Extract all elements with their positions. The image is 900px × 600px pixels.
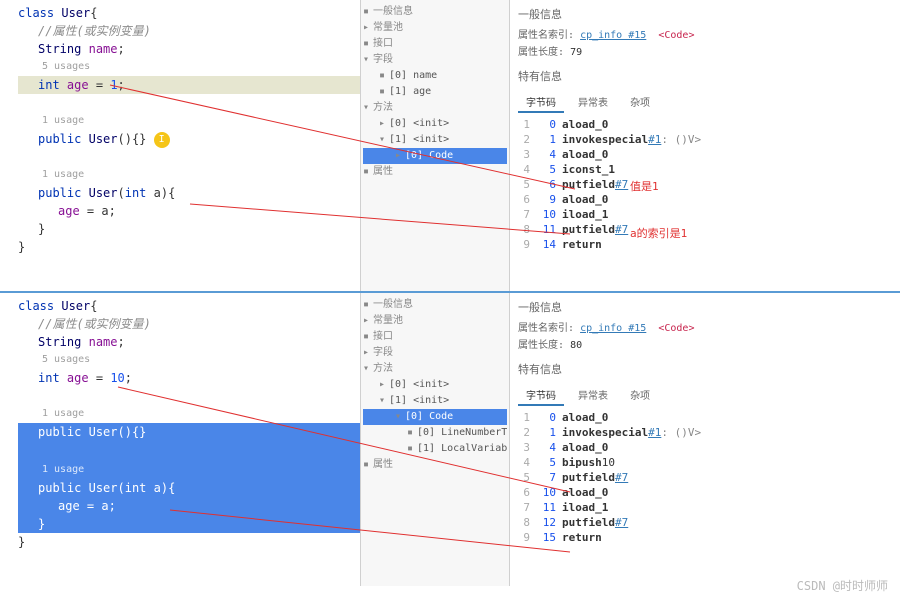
watermark: CSDN @时时师师 — [797, 577, 888, 594]
structure-tree-top[interactable]: ▪一般信息 ▸常量池 ▪接口 ▾字段 ▪[0] name ▪[1] age ▾方… — [360, 0, 510, 291]
structure-tree-bottom[interactable]: ▪一般信息 ▸常量池 ▪接口 ▸字段 ▾方法 ▸[0] <init> ▾[1] … — [360, 293, 510, 586]
tree-selected[interactable]: ▾[0] Code — [363, 409, 507, 425]
bytecode-tabs[interactable]: 字节码 异常表 杂项 — [518, 92, 892, 113]
bytecode-list-top: 10 aload_021 invokespecial #1 : ()V>34 a… — [518, 117, 892, 252]
bytecode-list-bottom: 10 aload_021 invokespecial #1 : ()V>34 a… — [518, 410, 892, 545]
top-panel: class User{ //属性(或实例变量) String name; 5 u… — [0, 0, 900, 293]
bottom-panel: class User{ //属性(或实例变量) String name; 5 u… — [0, 293, 900, 586]
bytecode-tabs[interactable]: 字节码 异常表 杂项 — [518, 385, 892, 406]
info-pane-bottom: 一般信息 属性名索引: cp_info #15 <Code> 属性长度: 80 … — [510, 293, 900, 586]
tab-bytecode[interactable]: 字节码 — [518, 92, 564, 113]
code-editor-bottom[interactable]: class User{ //属性(或实例变量) String name; 5 u… — [0, 293, 360, 586]
tab-exceptions[interactable]: 异常表 — [570, 92, 616, 111]
cursor-icon: I — [154, 132, 170, 148]
tree-selected[interactable]: ▸[0] Code — [363, 148, 507, 164]
code-editor-top[interactable]: class User{ //属性(或实例变量) String name; 5 u… — [0, 0, 360, 291]
tab-misc[interactable]: 杂项 — [622, 92, 658, 111]
info-pane-top: 一般信息 属性名索引: cp_info #15 <Code> 属性长度: 79 … — [510, 0, 900, 291]
